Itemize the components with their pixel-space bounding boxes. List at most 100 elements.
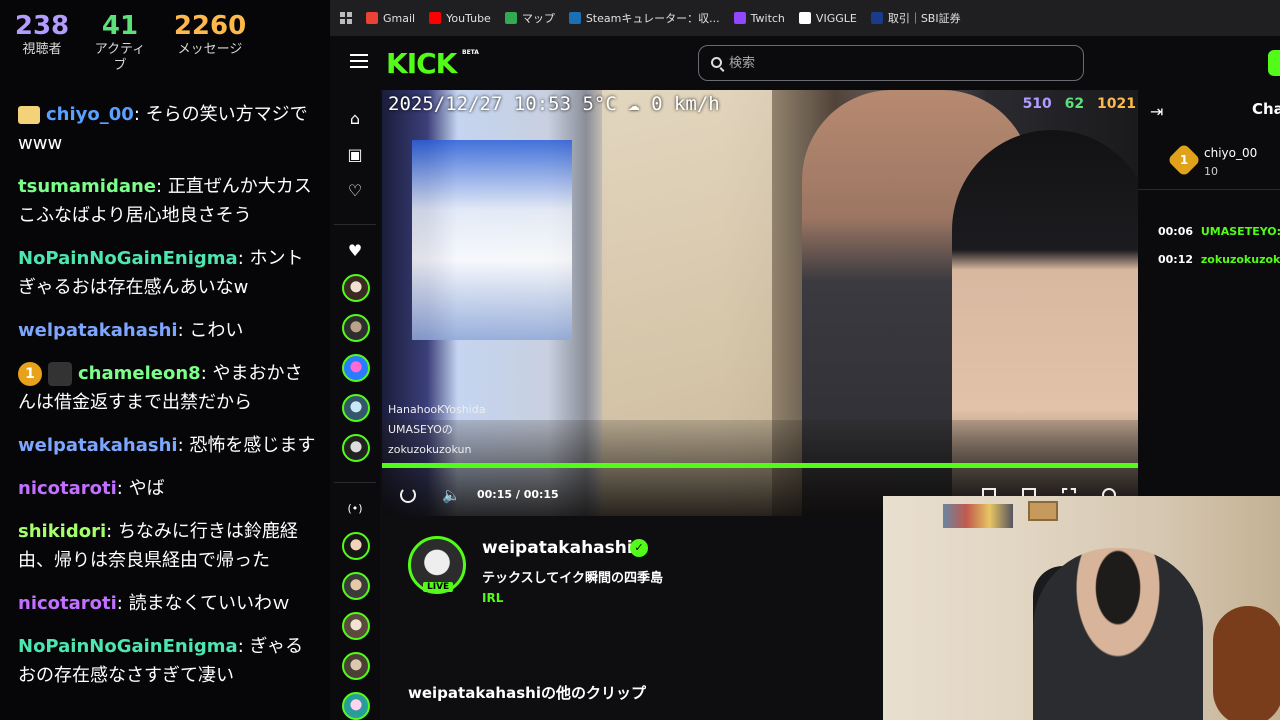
- viewers-stat: 238 視聴者: [12, 10, 72, 58]
- messages-label: メッセージ: [177, 42, 243, 57]
- chat-top-gifter: 1 chiyo_00 10: [1138, 130, 1280, 190]
- replay-icon[interactable]: [400, 487, 416, 503]
- gift-badge-icon: [18, 106, 40, 124]
- user-avatar-badge: [48, 362, 72, 386]
- overlay-chat-message: welpatakahashi: こわい: [18, 316, 318, 345]
- viewers-count: 238: [14, 11, 70, 41]
- overlay-chat-user: chiyo_00: [46, 104, 134, 125]
- video-chat-line: UMASEYOの: [388, 423, 453, 436]
- overlay-chat-message: welpatakahashi: 恐怖を感じます: [18, 431, 318, 460]
- kick-logo[interactable]: KICK: [386, 47, 457, 80]
- bookmark-item[interactable]: YouTube: [429, 12, 491, 25]
- video-stat-viewers: 510: [1022, 96, 1052, 112]
- separator: :: [116, 593, 129, 614]
- rank-badge-number: 1: [1179, 153, 1189, 167]
- live-badge: LIVE: [423, 582, 454, 592]
- chat-message: 00:06 UMASETEYO: 吾: [1158, 218, 1280, 246]
- video-player[interactable]: 2025/12/27 10:53 5°C ☁ 0 km/h 510 62 102…: [382, 90, 1138, 516]
- overlay-chat-message: shikidori: ちなみに行きは鈴鹿経由、帰りは奈良県経由で帰った: [18, 517, 318, 575]
- verified-check-icon: ✓: [630, 539, 648, 557]
- bookmark-item[interactable]: Twitch: [733, 12, 785, 25]
- apps-grid-icon[interactable]: [340, 12, 352, 24]
- video-date-weather-overlay: 2025/12/27 10:53 5°C ☁ 0 km/h: [388, 93, 720, 115]
- bookmark-label: マップ: [521, 12, 555, 25]
- chat-message-user[interactable]: UMASETEYO:: [1201, 225, 1280, 238]
- bookmark-item[interactable]: Gmail: [366, 12, 415, 25]
- chat-message: 00:12 zokuzokuzokun: [1158, 246, 1280, 274]
- rank-badge-icon: 1: [18, 362, 42, 386]
- overlay-chat-user: welpatakahashi: [18, 435, 178, 456]
- stream-category[interactable]: IRL: [482, 591, 503, 605]
- followed-channel-avatar[interactable]: [342, 274, 370, 302]
- top-gifter-name[interactable]: chiyo_00: [1204, 146, 1257, 160]
- bookmark-favicon-icon: [504, 12, 517, 24]
- overlay-chat-text: 恐怖を感じます: [189, 435, 316, 456]
- recommended-channel-avatar[interactable]: [342, 532, 370, 560]
- messages-count: 2260: [173, 11, 247, 41]
- active-label: アクティブ: [94, 42, 146, 73]
- bookmark-label: YouTube: [446, 11, 491, 25]
- video-stat-messages: 1021: [1097, 96, 1136, 112]
- recommended-channel-avatar[interactable]: [342, 652, 370, 680]
- more-clips-heading: weipatakahashiの他のクリップ: [408, 684, 646, 702]
- separator: :: [177, 320, 190, 341]
- channel-name[interactable]: weipatakahashi: [482, 538, 633, 558]
- video-scene-sign: [412, 140, 572, 340]
- recommended-channel-avatar[interactable]: [342, 692, 370, 720]
- overlay-chat-log: chiyo_00: そらの笑い方マジでwww tsumamidane: 正直ぜんか…: [18, 100, 318, 704]
- chat-message-user[interactable]: zokuzokuzokun: [1201, 253, 1280, 266]
- overlay-chat-message: NoPainNoGainEnigma: ぎゃるおの存在感なさすぎて凄い: [18, 632, 318, 690]
- viewers-label: 視聴者: [22, 42, 62, 57]
- bookmark-label: Steamキュレーター：収...: [585, 12, 720, 25]
- stream-title: テックスしてイク瞬間の四季島: [482, 571, 663, 586]
- live-broadcast-icon: (•): [347, 502, 363, 515]
- bookmark-item[interactable]: 取引｜SBI証券: [870, 10, 961, 26]
- bookmark-item[interactable]: VIGGLE: [798, 12, 857, 25]
- home-icon[interactable]: ⌂: [346, 110, 364, 128]
- volume-icon[interactable]: 🔈: [442, 486, 461, 504]
- search-input[interactable]: [729, 54, 1029, 72]
- separator: :: [133, 104, 146, 125]
- channel-info: LIVE weipatakahashi ✓ テックスしてイク瞬間の四季島 IRL…: [382, 520, 882, 720]
- separator: :: [106, 521, 118, 542]
- followed-channel-avatar[interactable]: [342, 434, 370, 462]
- video-stat-active: 62: [1064, 96, 1085, 112]
- stream-overlay-panel: 238 視聴者 41 アクティブ 2260 メッセージ chiyo_00: そら…: [0, 0, 330, 720]
- collapse-chat-icon[interactable]: ⇥: [1150, 102, 1163, 121]
- chat-messages: 00:06 UMASETEYO: 吾 00:12 zokuzokuzokun: [1158, 218, 1280, 274]
- separator: :: [200, 363, 213, 384]
- overlay-chat-user: shikidori: [18, 521, 107, 542]
- video-progress-bar[interactable]: [382, 463, 1138, 468]
- stream-stats: 238 視聴者 41 アクティブ 2260 メッセージ: [0, 10, 330, 73]
- nav-divider: [334, 224, 376, 225]
- login-button[interactable]: [1268, 50, 1280, 76]
- followed-channel-avatar[interactable]: [342, 354, 370, 382]
- following-icon[interactable]: ♡: [346, 182, 364, 200]
- webcam-feed: [883, 496, 1280, 720]
- overlay-chat-text: こわい: [189, 320, 244, 341]
- overlay-chat-message: chiyo_00: そらの笑い方マジでwww: [18, 100, 318, 158]
- kick-header: KICK BETA: [330, 36, 1280, 90]
- overlay-chat-user: welpatakahashi: [18, 320, 178, 341]
- followed-channel-avatar[interactable]: [342, 314, 370, 342]
- video-time: 00:15 / 00:15: [477, 488, 559, 501]
- video-stats-overlay: 510 62 1021: [1015, 96, 1136, 112]
- chat-title: Chat: [1252, 100, 1280, 118]
- bookmark-item[interactable]: Steamキュレーター：収...: [568, 10, 720, 26]
- search-box[interactable]: [698, 45, 1084, 81]
- chat-message-time: 00:06: [1158, 225, 1194, 238]
- overlay-chat-message: tsumamidane: 正直ぜんか大カスこふなばより居心地良さそう: [18, 172, 318, 230]
- overlay-chat-text: やば: [128, 478, 165, 499]
- browse-icon[interactable]: ▣: [346, 146, 364, 164]
- video-chat-overlay: HanahooKYoshida UMASEYOの zokuzokuzokun: [388, 400, 485, 460]
- recommended-channel-avatar[interactable]: [342, 572, 370, 600]
- recommended-channel-avatar[interactable]: [342, 612, 370, 640]
- separator: :: [177, 435, 190, 456]
- overlay-chat-message: 1 chameleon8: やまおかさんは借金返すまで出禁だから: [18, 359, 318, 417]
- separator: :: [237, 248, 250, 269]
- menu-icon[interactable]: [350, 54, 368, 68]
- webcam-scene-stickers: [943, 504, 1013, 528]
- followed-channel-avatar[interactable]: [342, 394, 370, 422]
- bookmark-item[interactable]: マップ: [504, 10, 555, 26]
- active-count: 41: [101, 11, 139, 41]
